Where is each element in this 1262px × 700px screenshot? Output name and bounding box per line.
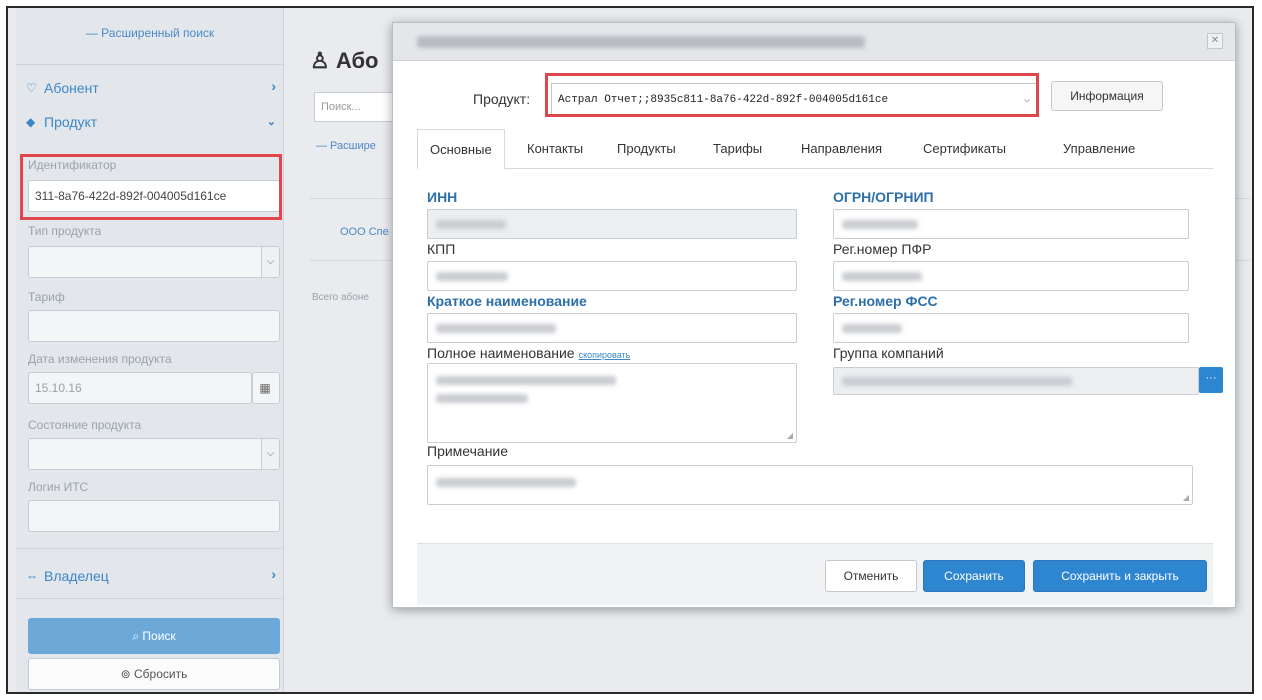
dialog-header: ✕ [393,23,1235,61]
inn-field[interactable] [427,209,797,239]
page-advanced-search-link[interactable]: — Расшире [316,140,376,152]
page-title: ♙ Або [310,48,378,74]
tab-contacts[interactable]: Контакты [527,129,583,169]
fss-field[interactable] [833,313,1189,343]
page-search-input[interactable]: Поиск... [314,92,394,122]
chevron-down-icon: ⌄ [266,116,276,128]
redacted-value [436,376,616,385]
search-icon: ⌕ [132,629,143,643]
search-button[interactable]: ⌕ Поиск [28,618,280,654]
dialog-title-redacted [417,36,865,48]
resize-handle-icon[interactable]: ◢ [1183,493,1189,502]
divider [16,548,284,549]
redacted-value [436,478,576,487]
heart-icon: ♡ [26,81,37,95]
accordion-product-label: Продукт [44,114,98,130]
product-state-select[interactable]: ⌵ [28,438,280,470]
cancel-button[interactable]: Отменить [825,560,917,592]
page-title-text: Або [335,48,379,73]
calendar-button[interactable]: ▦ [252,372,280,404]
product-type-select[interactable]: ⌵ [28,246,280,278]
inn-label: ИНН [427,189,458,205]
redacted-value [842,220,918,229]
accordion-owner-label: Владелец [44,568,109,584]
accordion-product[interactable]: ◆ Продукт ⌄ [26,110,276,134]
company-row-link[interactable]: ООО Спе [340,226,389,238]
highlight-box [20,154,282,220]
tab-main[interactable]: Основные [417,129,505,170]
redacted-value [436,324,556,333]
redacted-value [436,272,508,281]
tag-icon: ◆ [26,115,36,129]
company-group-label: Группа компаний [833,345,944,361]
redacted-value [842,377,1072,386]
tab-tariffs[interactable]: Тарифы [713,129,762,169]
subscriber-dialog: ✕ Продукт: Астрал Отчет;;8935c811-8a76-4… [392,22,1236,608]
note-textarea[interactable]: ◢ [427,465,1193,505]
full-name-textarea[interactable]: ◢ [427,363,797,443]
its-login-label: Логин ИТС [28,480,89,494]
handshake-icon: ⇔ [26,569,38,583]
redacted-value [842,324,902,333]
short-name-field[interactable] [427,313,797,343]
short-name-label: Краткое наименование [427,293,587,309]
tariff-field[interactable] [28,310,280,342]
tab-products[interactable]: Продукты [617,129,676,169]
change-date-field[interactable]: 15.10.16 [28,372,252,404]
calendar-icon: ▦ [259,381,271,395]
redacted-value [436,394,528,403]
advanced-search-link[interactable]: — Расширенный поиск [16,26,284,40]
pfr-field[interactable] [833,261,1189,291]
product-label: Продукт: [473,91,531,107]
note-label: Примечание [427,443,509,459]
accordion-subscriber[interactable]: ♡ Абонент › [26,76,276,100]
tab-management[interactable]: Управление [1063,129,1135,169]
ogrn-field[interactable] [833,209,1189,239]
accordion-owner[interactable]: ⇔ Владелец › [26,564,276,588]
chevron-down-icon: ⌵ [261,439,279,469]
divider [16,64,284,65]
kpp-label: КПП [427,241,456,257]
redacted-value [842,272,922,281]
change-date-label: Дата изменения продукта [28,352,172,366]
company-group-field[interactable] [833,367,1199,395]
person-icon: ♙ [310,48,336,73]
divider [16,598,284,599]
product-state-label: Состояние продукта [28,418,142,432]
tab-directions[interactable]: Направления [801,129,882,169]
info-button[interactable]: Информация [1051,81,1163,111]
filter-sidebar: — Расширенный поиск ♡ Абонент › ◆ Продук… [16,8,284,692]
product-type-label: Тип продукта [28,224,102,238]
kpp-field[interactable] [427,261,797,291]
dialog-tabs: Основные Контакты Продукты Тарифы Направ… [417,129,1213,170]
close-icon[interactable]: ✕ [1207,33,1223,49]
dialog-footer: Отменить Сохранить Сохранить и закрыть [417,543,1213,605]
ogrn-label: ОГРН/ОГРНИП [833,189,934,205]
pfr-label: Рег.номер ПФР [833,241,932,257]
total-count-text: Всего абоне [312,292,369,303]
reset-icon: ⊚ [120,667,135,681]
screenshot-frame: — Расширенный поиск ♡ Абонент › ◆ Продук… [6,6,1254,694]
chevron-right-icon: › [271,566,276,582]
its-login-field[interactable] [28,500,280,532]
reset-button-label: Сбросить [134,667,188,681]
redacted-value [436,220,506,229]
chevron-down-icon: ⌵ [261,247,279,277]
highlight-box [545,73,1039,117]
reset-button[interactable]: ⊚ Сбросить [28,658,280,690]
tariff-label: Тариф [28,290,65,304]
more-icon[interactable]: ··· [1199,367,1223,393]
full-name-label: Полное наименование скопировать [427,345,630,361]
search-button-label: Поиск [142,629,176,643]
tab-certificates[interactable]: Сертификаты [923,129,1006,169]
accordion-subscriber-label: Абонент [44,80,99,96]
copy-link[interactable]: скопировать [579,350,631,360]
full-name-label-text: Полное наименование [427,345,575,361]
resize-handle-icon[interactable]: ◢ [787,431,793,440]
chevron-right-icon: › [271,78,276,94]
fss-label: Рег.номер ФСС [833,293,938,309]
save-button[interactable]: Сохранить [923,560,1025,592]
save-and-close-button[interactable]: Сохранить и закрыть [1033,560,1207,592]
